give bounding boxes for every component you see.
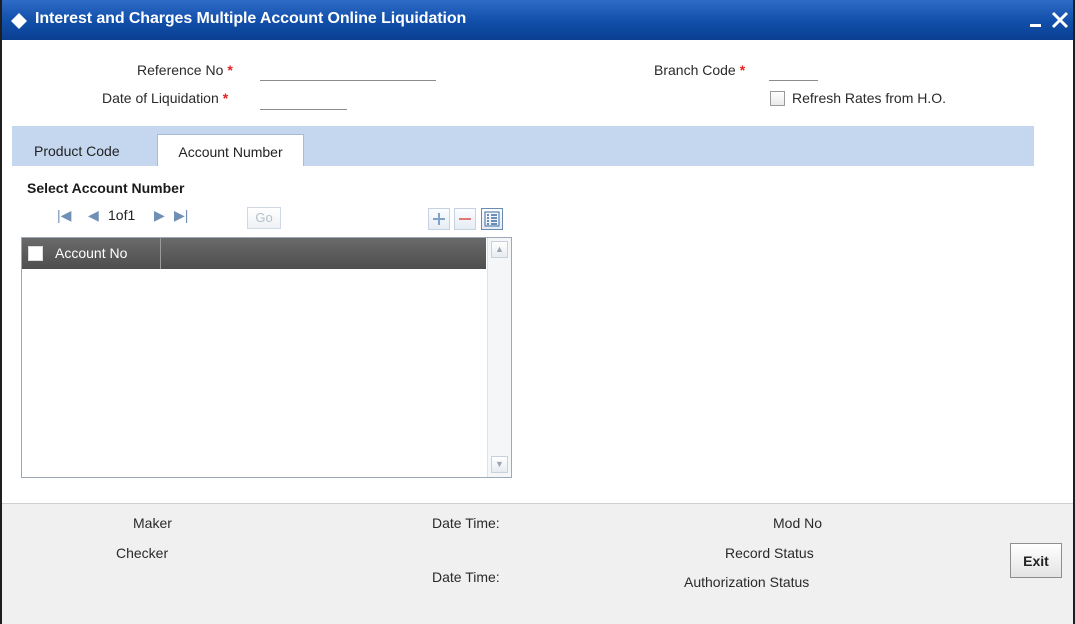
page-indicator: 1of1 [108,207,136,223]
reference-no-label: Reference No * [137,62,233,78]
minus-icon [459,218,471,220]
authorization-status-label: Authorization Status [684,574,810,590]
required-marker: * [739,62,746,78]
window-title: Interest and Charges Multiple Account On… [35,10,467,27]
diamond-icon [11,13,27,29]
column-header-account-no[interactable]: Account No [55,245,127,261]
refresh-rates-checkbox[interactable] [770,91,785,106]
section-title: Select Account Number [27,180,185,196]
liquidation-window: Interest and Charges Multiple Account On… [0,0,1075,624]
single-view-button[interactable] [481,208,503,230]
vertical-scrollbar[interactable]: ▲ ▼ [487,238,511,477]
date-of-liquidation-label: Date of Liquidation * [102,90,229,106]
mod-no-label: Mod No [773,515,823,531]
maker-label: Maker [133,515,172,531]
scroll-down-icon[interactable]: ▼ [491,456,508,473]
grid-header: Account No [22,238,486,269]
scroll-up-icon[interactable]: ▲ [491,241,508,258]
branch-code-input[interactable] [769,63,818,81]
exit-button[interactable]: Exit [1010,543,1062,578]
required-marker: * [227,62,233,78]
date-time-label: Date Time: [432,515,500,531]
reference-no-input[interactable] [260,63,436,81]
previous-page-icon[interactable]: ◀ [88,207,99,224]
minimize-icon[interactable] [1029,13,1043,29]
column-divider [160,238,161,269]
add-row-button[interactable] [428,208,450,230]
date-time-label: Date Time: [432,569,500,585]
record-status-label: Record Status [725,545,814,561]
refresh-rates-label: Refresh Rates from H.O. [792,90,947,106]
required-marker: * [222,90,229,106]
date-of-liquidation-input[interactable] [260,92,347,110]
title-bar: Interest and Charges Multiple Account On… [2,0,1073,40]
select-all-checkbox[interactable] [28,246,43,261]
tab-account-number[interactable]: Account Number [157,134,304,166]
branch-code-label: Branch Code * [654,62,746,78]
plus-icon [433,213,445,225]
delete-row-button[interactable] [454,208,476,230]
tab-strip: Product Code Account Number [12,126,1034,166]
next-page-icon[interactable]: ▶ [154,207,165,224]
checker-label: Checker [116,545,169,561]
tab-product-code[interactable]: Product Code [34,134,120,166]
list-view-icon [484,211,500,227]
close-icon[interactable] [1050,10,1070,30]
first-page-icon[interactable]: |◀ [57,207,71,224]
go-button[interactable]: Go [247,207,281,229]
last-page-icon[interactable]: ▶| [174,207,188,224]
account-grid: Account No ▲ ▼ [21,237,512,478]
